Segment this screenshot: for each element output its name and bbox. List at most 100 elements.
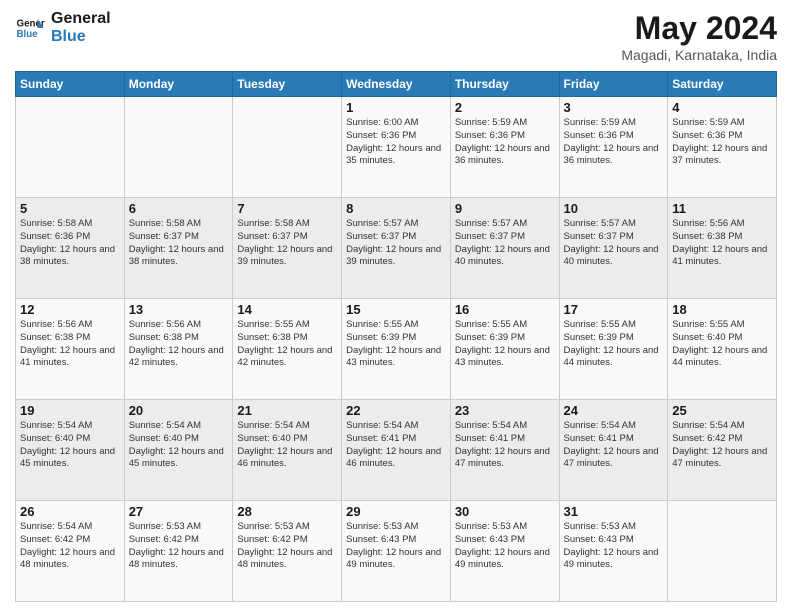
page: General Blue General Blue May 2024 Magad… bbox=[0, 0, 792, 612]
day-number: 3 bbox=[564, 100, 664, 115]
day-number: 16 bbox=[455, 302, 555, 317]
day-number: 18 bbox=[672, 302, 772, 317]
day-number: 7 bbox=[237, 201, 337, 216]
day-info: Sunrise: 5:56 AM Sunset: 6:38 PM Dayligh… bbox=[129, 319, 229, 370]
day-number: 27 bbox=[129, 504, 229, 519]
day-info: Sunrise: 5:59 AM Sunset: 6:36 PM Dayligh… bbox=[564, 117, 664, 168]
calendar-cell: 25 Sunrise: 5:54 AM Sunset: 6:42 PM Dayli… bbox=[668, 400, 777, 501]
calendar-cell bbox=[16, 97, 125, 198]
day-number: 10 bbox=[564, 201, 664, 216]
calendar-cell bbox=[124, 97, 233, 198]
day-info: Sunrise: 5:54 AM Sunset: 6:42 PM Dayligh… bbox=[20, 521, 120, 572]
week-row-1: 1 Sunrise: 6:00 AM Sunset: 6:36 PM Daylig… bbox=[16, 97, 777, 198]
calendar-cell: 3 Sunrise: 5:59 AM Sunset: 6:36 PM Daylig… bbox=[559, 97, 668, 198]
calendar-cell: 29Sunrise: 5:53 AM Sunset: 6:43 PM Dayli… bbox=[342, 501, 451, 602]
day-number: 15 bbox=[346, 302, 446, 317]
weekday-header-sunday: Sunday bbox=[16, 72, 125, 97]
weekday-header-thursday: Thursday bbox=[450, 72, 559, 97]
calendar-cell: 17Sunrise: 5:55 AM Sunset: 6:39 PM Dayli… bbox=[559, 299, 668, 400]
day-number: 17 bbox=[564, 302, 664, 317]
calendar-cell: 31 Sunrise: 5:53 AM Sunset: 6:43 PM Dayli… bbox=[559, 501, 668, 602]
day-number: 21 bbox=[237, 403, 337, 418]
day-number: 19 bbox=[20, 403, 120, 418]
title-block: May 2024 Magadi, Karnataka, India bbox=[621, 10, 777, 63]
calendar-cell: 30 Sunrise: 5:53 AM Sunset: 6:43 PM Dayli… bbox=[450, 501, 559, 602]
weekday-header-wednesday: Wednesday bbox=[342, 72, 451, 97]
calendar-cell: 14Sunrise: 5:55 AM Sunset: 6:38 PM Dayli… bbox=[233, 299, 342, 400]
day-number: 26 bbox=[20, 504, 120, 519]
svg-text:Blue: Blue bbox=[17, 29, 39, 40]
calendar-cell: 28 Sunrise: 5:53 AM Sunset: 6:42 PM Dayli… bbox=[233, 501, 342, 602]
day-info: Sunrise: 5:56 AM Sunset: 6:38 PM Dayligh… bbox=[672, 218, 772, 269]
day-info: Sunrise: 5:59 AM Sunset: 6:36 PM Dayligh… bbox=[672, 117, 772, 168]
day-info: Sunrise: 5:53 AM Sunset: 6:43 PM Dayligh… bbox=[346, 521, 446, 572]
weekday-header-tuesday: Tuesday bbox=[233, 72, 342, 97]
day-number: 24 bbox=[564, 403, 664, 418]
day-info: Sunrise: 6:00 AM Sunset: 6:36 PM Dayligh… bbox=[346, 117, 446, 168]
day-info: Sunrise: 5:54 AM Sunset: 6:41 PM Dayligh… bbox=[346, 420, 446, 471]
day-info: Sunrise: 5:54 AM Sunset: 6:40 PM Dayligh… bbox=[129, 420, 229, 471]
weekday-header-friday: Friday bbox=[559, 72, 668, 97]
calendar-table: SundayMondayTuesdayWednesdayThursdayFrid… bbox=[15, 71, 777, 602]
calendar-cell: 26 Sunrise: 5:54 AM Sunset: 6:42 PM Dayli… bbox=[16, 501, 125, 602]
week-row-3: 12 Sunrise: 5:56 AM Sunset: 6:38 PM Dayli… bbox=[16, 299, 777, 400]
day-number: 12 bbox=[20, 302, 120, 317]
day-info: Sunrise: 5:53 AM Sunset: 6:43 PM Dayligh… bbox=[564, 521, 664, 572]
day-number: 25 bbox=[672, 403, 772, 418]
day-number: 30 bbox=[455, 504, 555, 519]
day-number: 13 bbox=[129, 302, 229, 317]
day-number: 8 bbox=[346, 201, 446, 216]
day-number: 22 bbox=[346, 403, 446, 418]
day-info: Sunrise: 5:54 AM Sunset: 6:40 PM Dayligh… bbox=[237, 420, 337, 471]
calendar-cell bbox=[668, 501, 777, 602]
calendar-cell: 24 Sunrise: 5:54 AM Sunset: 6:41 PM Dayli… bbox=[559, 400, 668, 501]
calendar-cell: 5 Sunrise: 5:58 AM Sunset: 6:36 PM Daylig… bbox=[16, 198, 125, 299]
calendar-cell: 21 Sunrise: 5:54 AM Sunset: 6:40 PM Dayli… bbox=[233, 400, 342, 501]
day-number: 6 bbox=[129, 201, 229, 216]
day-info: Sunrise: 5:53 AM Sunset: 6:43 PM Dayligh… bbox=[455, 521, 555, 572]
day-number: 14 bbox=[237, 302, 337, 317]
day-number: 31 bbox=[564, 504, 664, 519]
day-info: Sunrise: 5:53 AM Sunset: 6:42 PM Dayligh… bbox=[237, 521, 337, 572]
weekday-header-row: SundayMondayTuesdayWednesdayThursdayFrid… bbox=[16, 72, 777, 97]
day-info: Sunrise: 5:54 AM Sunset: 6:41 PM Dayligh… bbox=[564, 420, 664, 471]
day-number: 5 bbox=[20, 201, 120, 216]
day-number: 1 bbox=[346, 100, 446, 115]
day-number: 9 bbox=[455, 201, 555, 216]
calendar-cell: 19 Sunrise: 5:54 AM Sunset: 6:40 PM Dayli… bbox=[16, 400, 125, 501]
day-number: 11 bbox=[672, 201, 772, 216]
calendar-cell: 7 Sunrise: 5:58 AM Sunset: 6:37 PM Daylig… bbox=[233, 198, 342, 299]
calendar-cell: 23Sunrise: 5:54 AM Sunset: 6:41 PM Dayli… bbox=[450, 400, 559, 501]
day-info: Sunrise: 5:57 AM Sunset: 6:37 PM Dayligh… bbox=[455, 218, 555, 269]
day-info: Sunrise: 5:55 AM Sunset: 6:39 PM Dayligh… bbox=[346, 319, 446, 370]
day-info: Sunrise: 5:57 AM Sunset: 6:37 PM Dayligh… bbox=[564, 218, 664, 269]
calendar-cell: 8 Sunrise: 5:57 AM Sunset: 6:37 PM Daylig… bbox=[342, 198, 451, 299]
calendar-cell: 9 Sunrise: 5:57 AM Sunset: 6:37 PM Daylig… bbox=[450, 198, 559, 299]
calendar-cell: 13 Sunrise: 5:56 AM Sunset: 6:38 PM Dayli… bbox=[124, 299, 233, 400]
header: General Blue General Blue May 2024 Magad… bbox=[15, 10, 777, 63]
day-info: Sunrise: 5:56 AM Sunset: 6:38 PM Dayligh… bbox=[20, 319, 120, 370]
weekday-header-saturday: Saturday bbox=[668, 72, 777, 97]
day-number: 28 bbox=[237, 504, 337, 519]
month-year: May 2024 bbox=[621, 10, 777, 47]
day-info: Sunrise: 5:58 AM Sunset: 6:37 PM Dayligh… bbox=[129, 218, 229, 269]
calendar-cell: 20Sunrise: 5:54 AM Sunset: 6:40 PM Dayli… bbox=[124, 400, 233, 501]
day-number: 4 bbox=[672, 100, 772, 115]
day-info: Sunrise: 5:58 AM Sunset: 6:36 PM Dayligh… bbox=[20, 218, 120, 269]
day-info: Sunrise: 5:55 AM Sunset: 6:39 PM Dayligh… bbox=[455, 319, 555, 370]
calendar-cell: 1 Sunrise: 6:00 AM Sunset: 6:36 PM Daylig… bbox=[342, 97, 451, 198]
calendar-cell: 27Sunrise: 5:53 AM Sunset: 6:42 PM Dayli… bbox=[124, 501, 233, 602]
calendar-cell: 18Sunrise: 5:55 AM Sunset: 6:40 PM Dayli… bbox=[668, 299, 777, 400]
calendar-cell: 15 Sunrise: 5:55 AM Sunset: 6:39 PM Dayli… bbox=[342, 299, 451, 400]
day-number: 2 bbox=[455, 100, 555, 115]
day-info: Sunrise: 5:54 AM Sunset: 6:42 PM Dayligh… bbox=[672, 420, 772, 471]
day-info: Sunrise: 5:59 AM Sunset: 6:36 PM Dayligh… bbox=[455, 117, 555, 168]
calendar-cell: 4 Sunrise: 5:59 AM Sunset: 6:36 PM Daylig… bbox=[668, 97, 777, 198]
logo-blue: Blue bbox=[51, 28, 111, 46]
day-info: Sunrise: 5:57 AM Sunset: 6:37 PM Dayligh… bbox=[346, 218, 446, 269]
location: Magadi, Karnataka, India bbox=[621, 47, 777, 63]
day-info: Sunrise: 5:54 AM Sunset: 6:40 PM Dayligh… bbox=[20, 420, 120, 471]
logo-general: General bbox=[51, 10, 111, 28]
weekday-header-monday: Monday bbox=[124, 72, 233, 97]
day-info: Sunrise: 5:58 AM Sunset: 6:37 PM Dayligh… bbox=[237, 218, 337, 269]
